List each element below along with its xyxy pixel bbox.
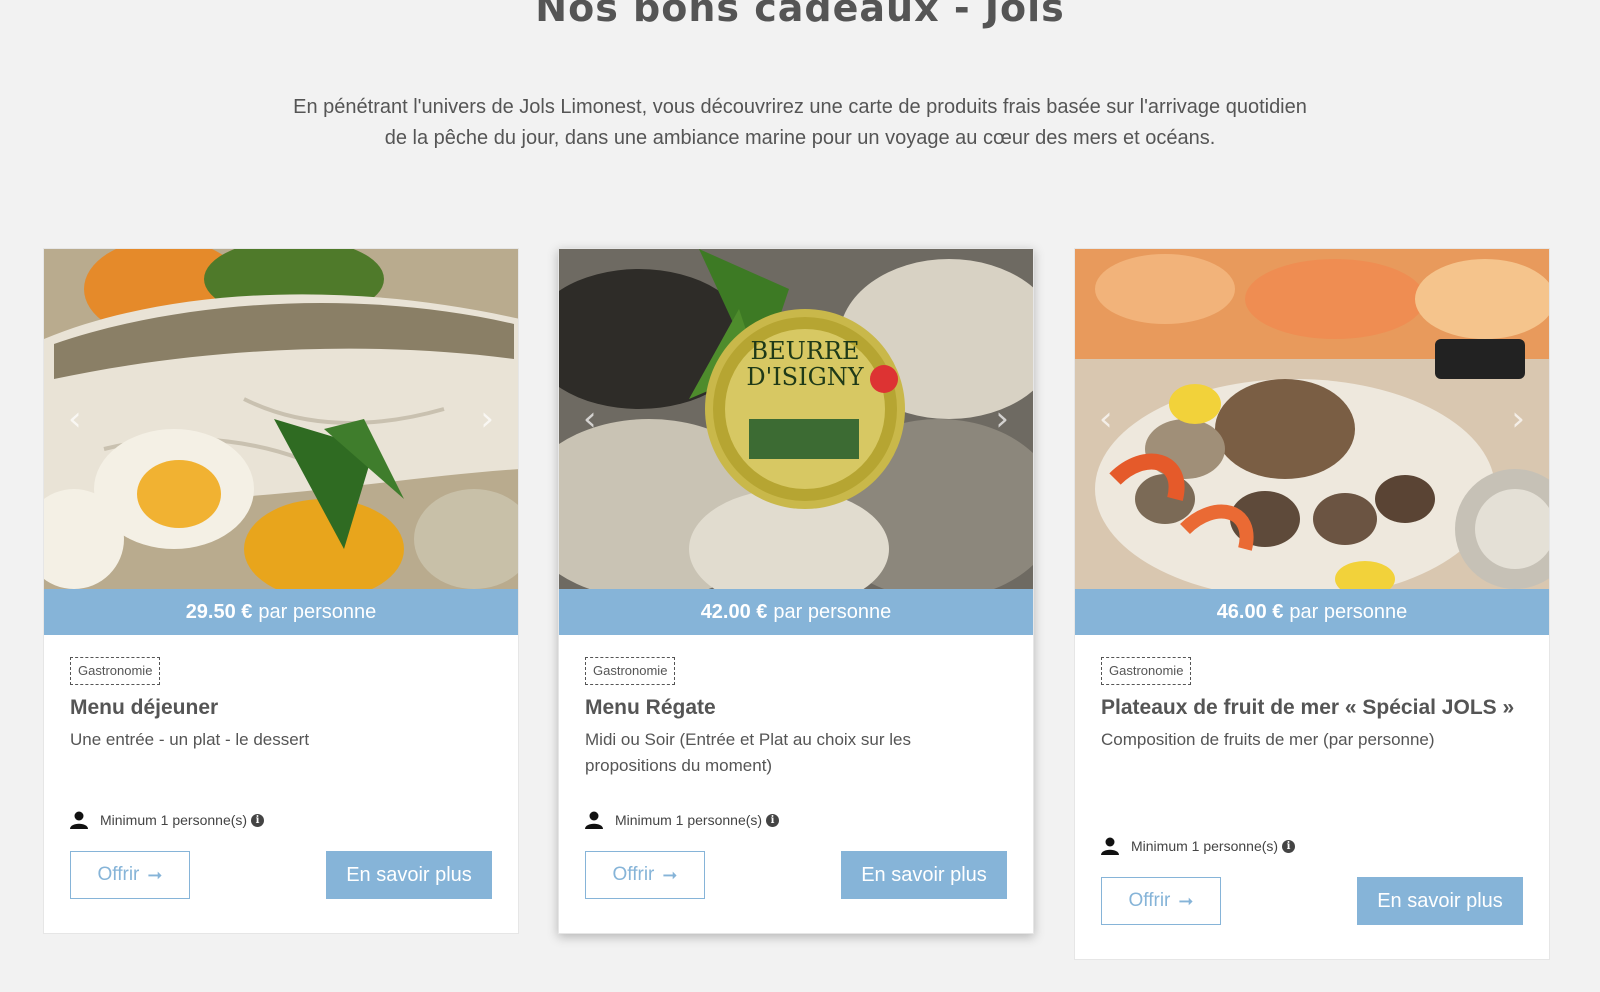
- arrow-right-icon: ➞: [1178, 890, 1194, 912]
- gift-card-menu-dejeuner: ‹ › 29.50 € par personne Gastronomie Men…: [43, 248, 519, 934]
- person-icon: [585, 811, 603, 829]
- arrow-right-icon: ➞: [662, 864, 678, 886]
- offer-label: Offrir: [97, 864, 140, 885]
- category-tag: Gastronomie: [1101, 657, 1192, 685]
- info-icon[interactable]: i: [1282, 839, 1296, 853]
- card-description: Une entrée - un plat - le dessert: [70, 730, 310, 749]
- carousel-next-icon[interactable]: ›: [1511, 399, 1525, 439]
- card-title: Menu déjeuner: [70, 696, 219, 719]
- price-bar: 46.00 € par personne: [1075, 589, 1549, 635]
- price-bar: 29.50 € par personne: [44, 589, 518, 635]
- minimum-persons: Minimum 1 personne(s) i: [70, 811, 265, 829]
- price-suffix: par personne: [773, 600, 892, 623]
- page-title: Nos bons cadeaux - Jols: [535, 0, 1065, 30]
- offer-button[interactable]: Offrir ➞: [70, 851, 190, 899]
- carousel-prev-icon[interactable]: ‹: [583, 399, 597, 439]
- carousel-next-icon[interactable]: ›: [480, 399, 494, 439]
- price-bar: 42.00 € par personne: [559, 589, 1033, 635]
- carousel-prev-icon[interactable]: ‹: [68, 399, 82, 439]
- fish-dish-photo: [44, 249, 518, 589]
- minimum-label: Minimum 1 personne(s): [615, 812, 763, 828]
- card-image-carousel: ‹ ›: [44, 249, 518, 589]
- minimum-label: Minimum 1 personne(s): [100, 812, 248, 828]
- category-tag: Gastronomie: [70, 657, 161, 685]
- info-icon[interactable]: i: [766, 813, 780, 827]
- card-title: Plateaux de fruit de mer « Spécial JOLS …: [1101, 696, 1515, 719]
- intro-text: En pénétrant l'univers de Jols Limonest,…: [293, 96, 1307, 149]
- gift-card-plateaux-fruits-de-mer: ‹ › 46.00 € par personne Gastronomie Pla…: [1074, 248, 1550, 960]
- card-image-carousel: ‹ ›: [1075, 249, 1549, 589]
- card-title: Menu Régate: [585, 696, 716, 719]
- gift-card-menu-regate: BEURRE D'ISIGNY ‹ › 42.00 € par personne…: [558, 248, 1034, 934]
- card-description: Composition de fruits de mer (par person…: [1101, 730, 1435, 749]
- svg-text:BEURRE: BEURRE: [750, 337, 859, 365]
- arrow-right-icon: ➞: [147, 864, 163, 886]
- carousel-prev-icon[interactable]: ‹: [1099, 399, 1113, 439]
- price-suffix: par personne: [1289, 600, 1408, 623]
- offer-button[interactable]: Offrir ➞: [1101, 877, 1221, 925]
- oysters-photo: BEURRE D'ISIGNY: [559, 249, 1033, 589]
- info-icon[interactable]: i: [251, 813, 265, 827]
- person-icon: [70, 811, 88, 829]
- seafood-platter-photo: [1075, 249, 1549, 589]
- minimum-persons: Minimum 1 personne(s) i: [585, 811, 780, 829]
- card-description: Midi ou Soir (Entrée et Plat au choix su…: [585, 730, 911, 775]
- learn-more-button[interactable]: En savoir plus: [326, 851, 492, 899]
- minimum-persons: Minimum 1 personne(s) i: [1101, 837, 1296, 855]
- price-value: 29.50 €: [185, 600, 253, 623]
- learn-more-button[interactable]: En savoir plus: [1357, 877, 1523, 925]
- category-tag: Gastronomie: [585, 657, 676, 685]
- carousel-next-icon[interactable]: ›: [995, 399, 1009, 439]
- price-value: 46.00 €: [1216, 600, 1284, 623]
- price-suffix: par personne: [258, 600, 377, 623]
- price-value: 42.00 €: [700, 600, 768, 623]
- offer-label: Offrir: [1128, 890, 1171, 911]
- learn-more-button[interactable]: En savoir plus: [841, 851, 1007, 899]
- card-image-carousel: BEURRE D'ISIGNY ‹ ›: [559, 249, 1033, 589]
- minimum-label: Minimum 1 personne(s): [1131, 838, 1279, 854]
- offer-button[interactable]: Offrir ➞: [585, 851, 705, 899]
- offer-label: Offrir: [612, 864, 655, 885]
- person-icon: [1101, 837, 1119, 855]
- svg-text:D'ISIGNY: D'ISIGNY: [746, 363, 864, 391]
